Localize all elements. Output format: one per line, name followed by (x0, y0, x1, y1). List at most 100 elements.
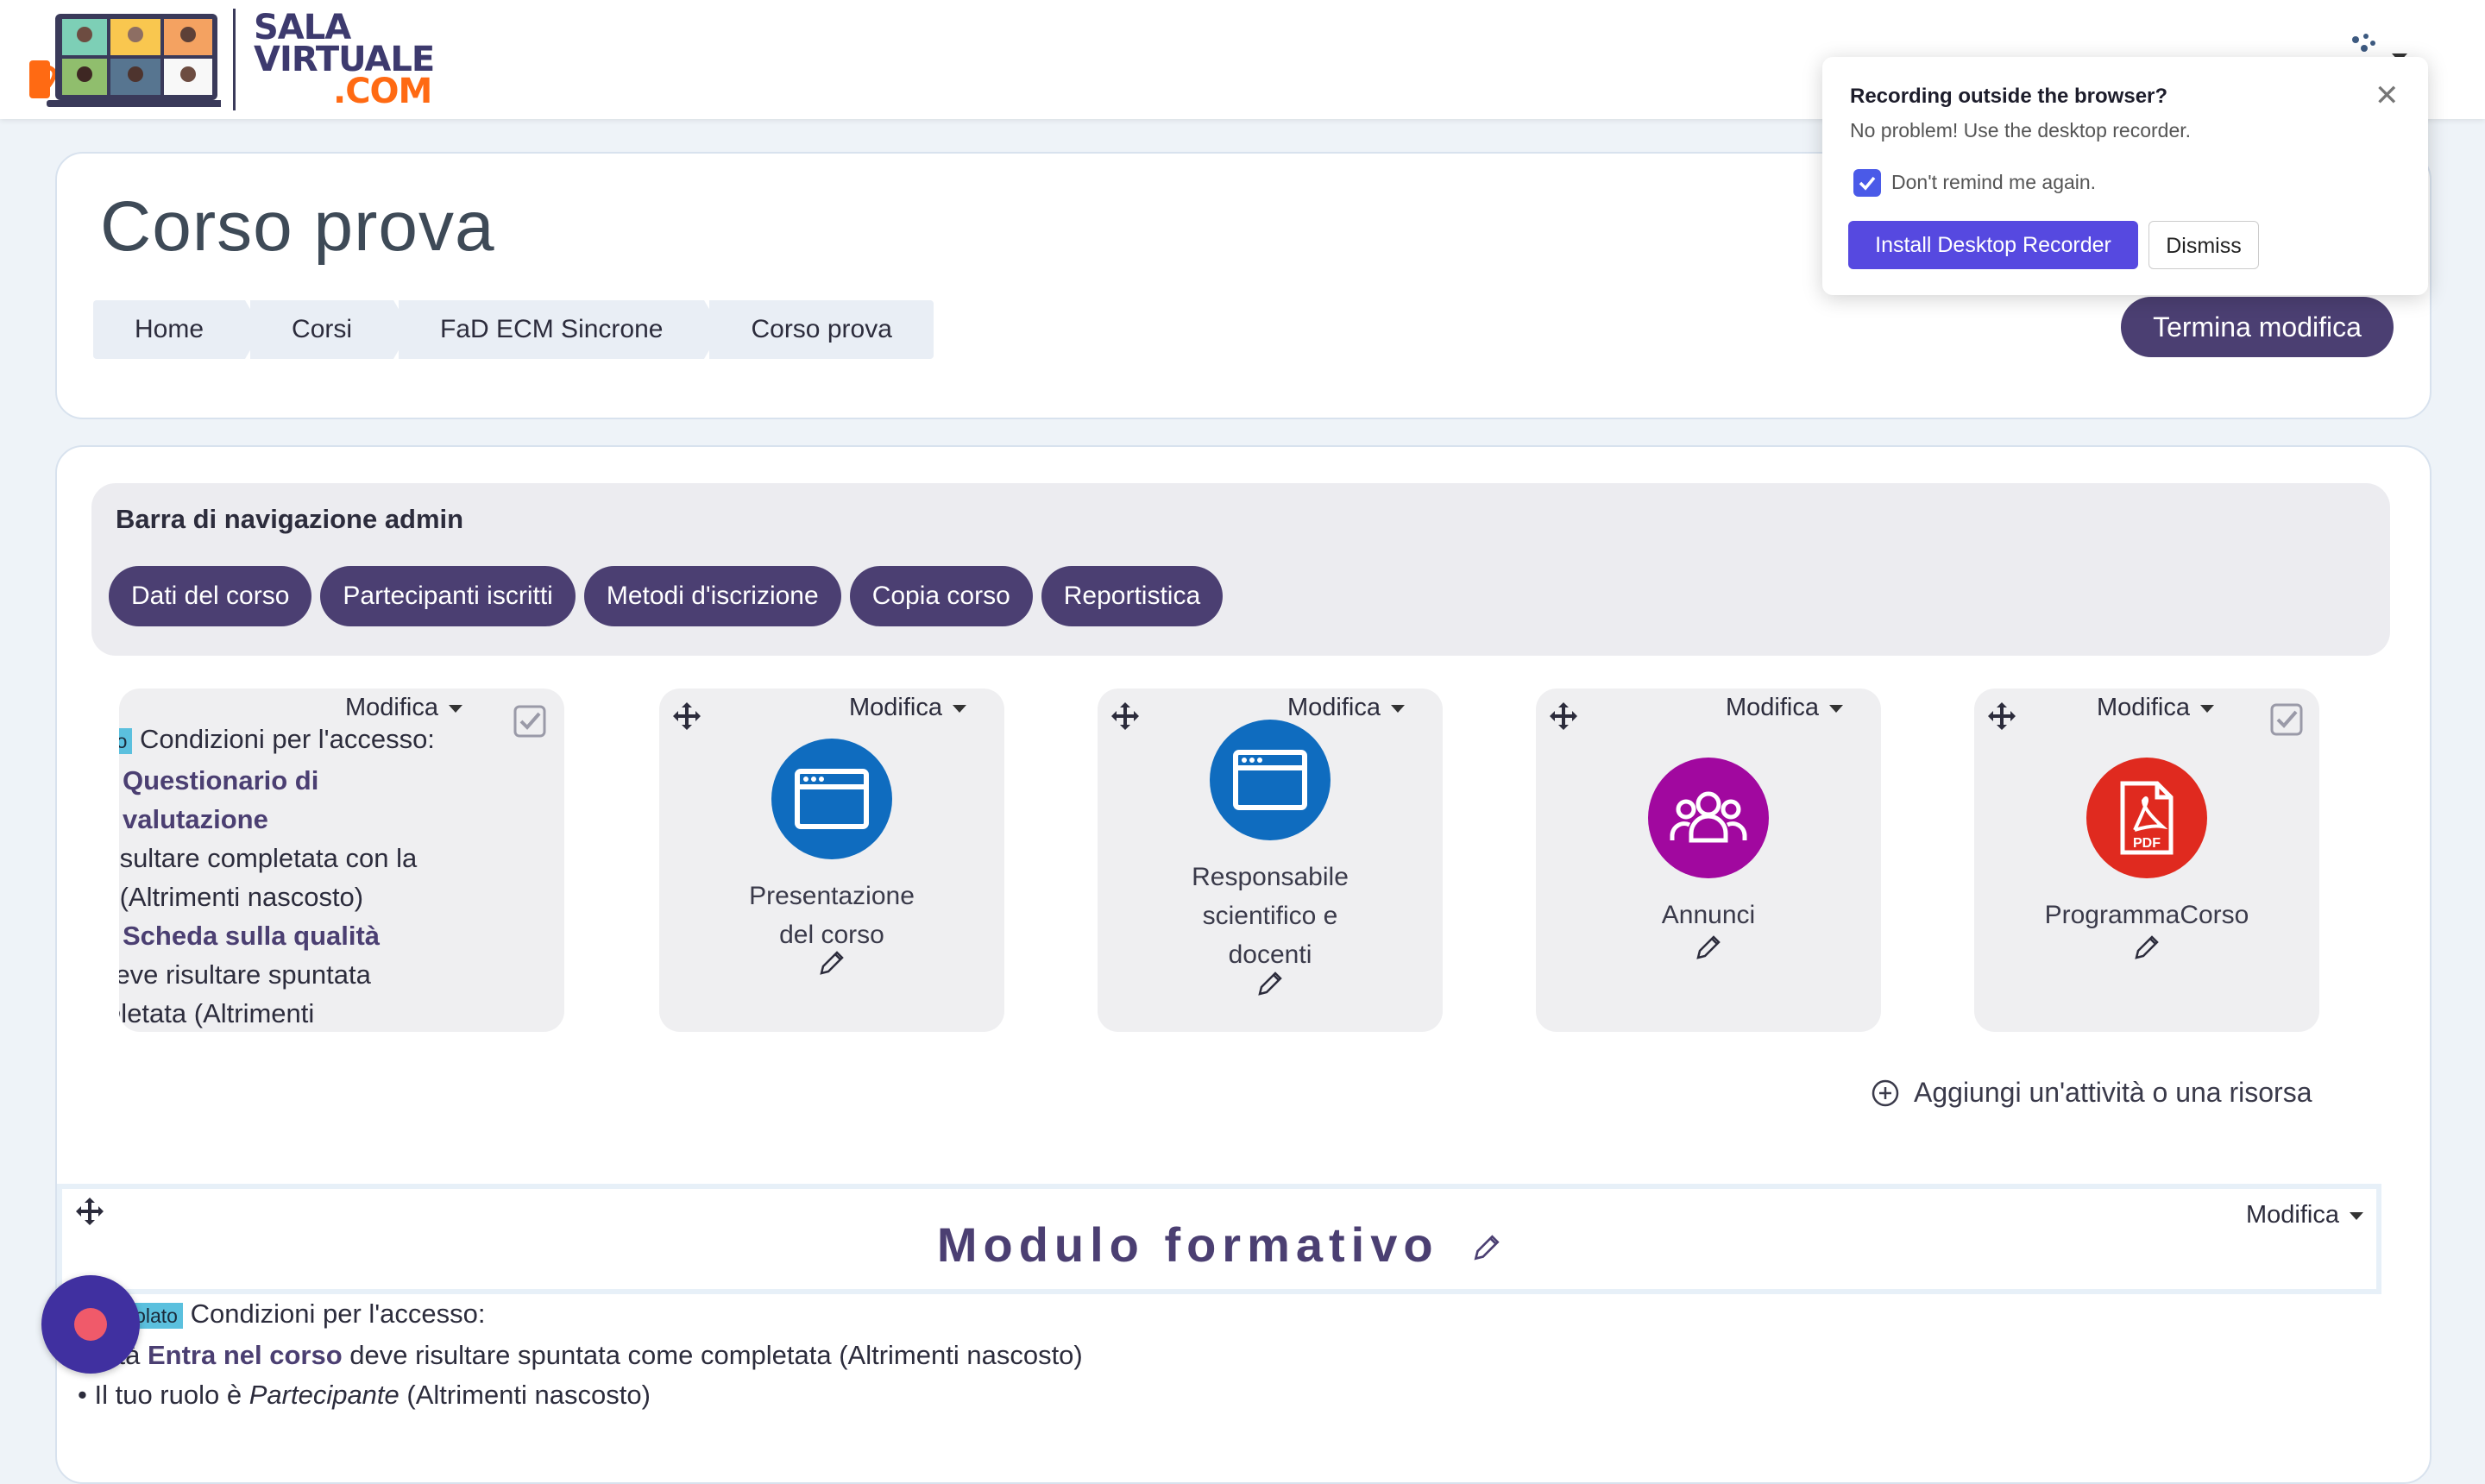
browser-window-icon (1233, 750, 1307, 810)
tile-edit-label: Modifica (849, 694, 942, 721)
check-icon (1859, 176, 1876, 191)
logo-divider (233, 9, 236, 110)
activity-name-line: docenti (1228, 940, 1312, 969)
desktop-recorder-popup: Recording outside the browser? No proble… (1822, 57, 2428, 295)
condition-text: (Altrimenti nascosto) (406, 1380, 651, 1410)
brand-line-3: .COM (333, 72, 432, 111)
activity-name-line: scientifico e (1202, 902, 1338, 930)
enrolled-participants-button[interactable]: Partecipanti iscritti (320, 566, 576, 626)
activity-name-line: Responsabile (1192, 863, 1349, 891)
breadcrumb-item-home[interactable]: Home (93, 300, 263, 359)
dont-remind-checkbox[interactable] (1853, 169, 1881, 197)
tile-edit-menu[interactable]: Modifica (345, 694, 462, 722)
add-activity-label: Aggiungi un'attività o una risorsa (1914, 1077, 2312, 1108)
svg-text:PDF: PDF (2133, 836, 2161, 851)
condition-activity-link[interactable]: Scheda sulla qualità (123, 921, 380, 951)
reports-button[interactable]: Reportistica (1041, 566, 1224, 626)
recorder-button[interactable] (41, 1275, 140, 1374)
breadcrumb-item-course[interactable]: Corso prova (709, 300, 934, 359)
page-title: Corso prova (100, 187, 495, 266)
activity-tile-responsabile[interactable]: Modifica Responsabile scientifico e doce… (1098, 689, 1443, 1032)
conditions-label: Condizioni per l'accesso: (190, 1298, 486, 1329)
install-desktop-recorder-button[interactable]: Install Desktop Recorder (1848, 221, 2138, 269)
dont-remind-label[interactable]: Don't remind me again. (1891, 171, 2096, 194)
restricted-badge: colato (119, 728, 133, 754)
activity-tile-programma[interactable]: Modifica PDF ProgrammaCorso (1974, 689, 2319, 1032)
role-name: Partecipante (248, 1380, 399, 1410)
activity-name[interactable]: Presentazione del corso (659, 877, 1004, 954)
pdf-resource-icon[interactable]: PDF (2086, 758, 2207, 878)
move-icon[interactable] (1548, 701, 1579, 732)
tile-edit-label: Modifica (2097, 694, 2190, 721)
tile-edit-label: Modifica (1726, 694, 1819, 721)
pencil-icon[interactable] (1255, 970, 1284, 999)
activity-name[interactable]: Responsabile scientifico e docenti (1098, 858, 1443, 974)
chevron-down-icon (1391, 704, 1405, 713)
condition-text: nza (Altrimenti nascosto) (119, 882, 364, 912)
admin-navigation-bar: Barra di navigazione admin Dati del cors… (91, 483, 2390, 656)
breadcrumb-item-corsi[interactable]: Corsi (250, 300, 412, 359)
section-edit-label: Modifica (2246, 1201, 2339, 1229)
admin-bar-title: Barra di navigazione admin (116, 504, 464, 534)
page-activity-icon[interactable] (1210, 720, 1331, 840)
plus-circle-icon (1872, 1079, 1899, 1106)
tile-edit-menu[interactable]: Modifica (849, 694, 966, 722)
dismiss-button[interactable]: Dismiss (2148, 221, 2259, 269)
move-icon[interactable] (74, 1196, 105, 1227)
chevron-down-icon (953, 704, 966, 713)
popup-subtitle: No problem! Use the desktop recorder. (1850, 119, 2192, 141)
condition-text: Il tuo ruolo è (94, 1380, 242, 1410)
forum-activity-icon[interactable] (1648, 758, 1769, 878)
activity-name[interactable]: Annunci (1536, 896, 1881, 934)
pencil-icon[interactable] (1470, 1233, 1501, 1264)
chevron-down-icon (2350, 1211, 2363, 1220)
tile-edit-label: Modifica (1287, 694, 1381, 721)
enrolment-methods-button[interactable]: Metodi d'iscrizione (583, 566, 841, 626)
tile-edit-label: Modifica (345, 694, 438, 721)
condition-text: ve risultare completata con la (119, 843, 418, 873)
checkbox-icon[interactable] (2269, 702, 2304, 737)
move-icon[interactable] (1986, 701, 2017, 732)
pencil-icon[interactable] (2131, 934, 2161, 963)
chevron-down-icon (1829, 704, 1843, 713)
bullet: • (78, 1380, 87, 1410)
pencil-icon[interactable] (1693, 934, 1722, 963)
course-data-button[interactable]: Dati del corso (109, 566, 312, 626)
activity-name[interactable]: ProgrammaCorso (1974, 896, 2319, 934)
add-activity-link[interactable]: Aggiungi un'attività o una risorsa (1871, 1077, 2312, 1109)
tile-edit-menu[interactable]: Modifica (1287, 694, 1405, 722)
end-editing-button[interactable]: Termina modifica (2121, 297, 2394, 357)
tile-edit-menu[interactable]: Modifica (1726, 694, 1843, 722)
people-group-icon (1670, 791, 1747, 843)
brand-wordmark[interactable]: SALA VIRTUALE .COM (254, 10, 435, 111)
checkbox-icon[interactable] (513, 704, 547, 739)
section-title-text: Modulo formativo (936, 1217, 1439, 1272)
move-icon[interactable] (1110, 701, 1141, 732)
condition-text: deve risultare spuntata come completata … (349, 1340, 1083, 1370)
chevron-down-icon (449, 704, 462, 713)
pencil-icon[interactable] (816, 949, 846, 978)
section-edit-menu[interactable]: Modifica (2246, 1201, 2363, 1229)
page-activity-icon[interactable] (771, 739, 892, 859)
browser-window-icon (795, 769, 869, 829)
condition-text: deve risultare spuntata (119, 959, 371, 990)
condition-activity-link[interactable]: Questionario di valutazione (123, 765, 318, 834)
access-conditions: colato Condizioni per l'accesso: Questio… (119, 720, 466, 1032)
chevron-down-icon (2200, 704, 2214, 713)
condition-activity-link[interactable]: Entra nel corso (148, 1340, 343, 1370)
activity-tile-restricted: Modifica colato Condizioni per l'accesso… (119, 689, 564, 1032)
logo-image[interactable] (29, 12, 221, 109)
condition-text: ompletata (Altrimenti (119, 998, 315, 1028)
move-icon[interactable] (671, 701, 702, 732)
breadcrumb: Home Corsi FaD ECM Sincrone Corso prova (93, 300, 939, 359)
pdf-file-icon: PDF (2120, 781, 2174, 855)
popup-title: Recording outside the browser? (1850, 85, 2168, 108)
activity-tile-presentazione[interactable]: Modifica Presentazione del corso (659, 689, 1004, 1032)
section-header: Modulo formativo (57, 1184, 2381, 1294)
close-icon[interactable]: ✕ (2375, 81, 2400, 110)
activity-tile-annunci[interactable]: Modifica Annunci (1536, 689, 1881, 1032)
tile-edit-menu[interactable]: Modifica (2097, 694, 2214, 722)
copy-course-button[interactable]: Copia corso (849, 566, 1033, 626)
activity-name-line: Presentazione (749, 882, 915, 910)
breadcrumb-item-category[interactable]: FaD ECM Sincrone (399, 300, 722, 359)
